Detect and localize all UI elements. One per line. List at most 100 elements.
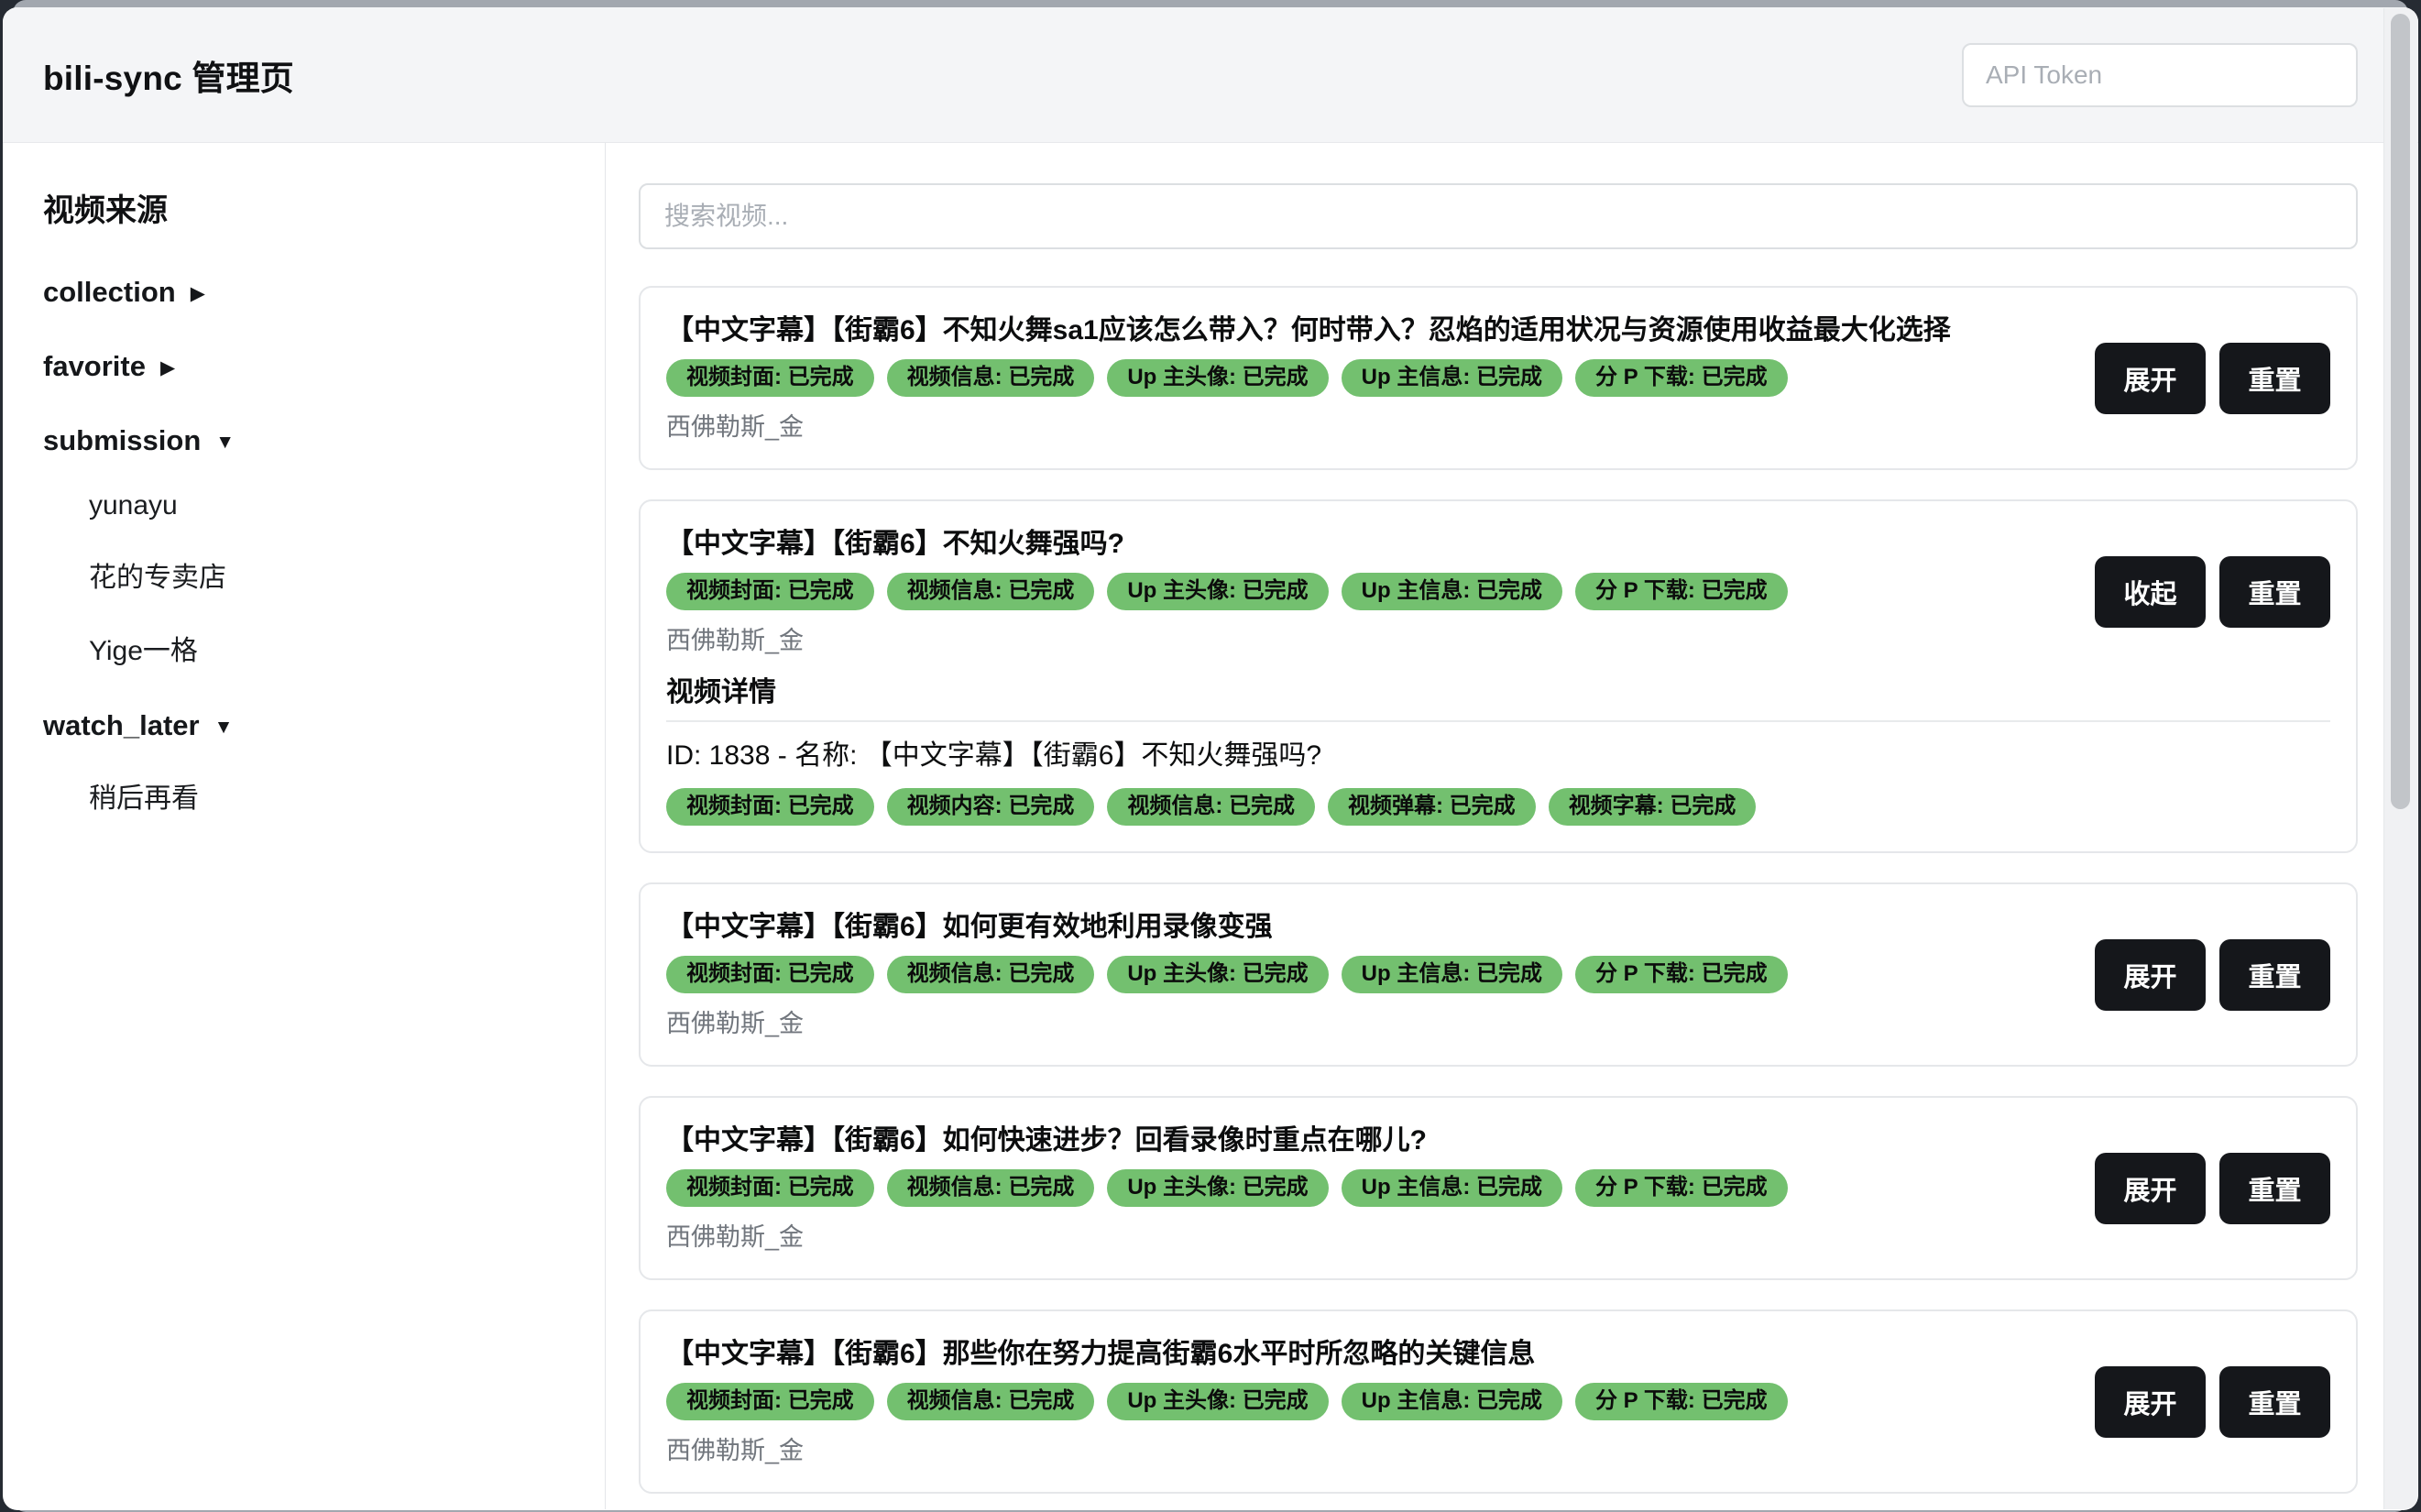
details-badges-row: 视频封面: 已完成 视频内容: 已完成 视频信息: 已完成 视频弹幕: 已完成 … xyxy=(666,788,2330,826)
video-author: 西佛勒斯_金 xyxy=(666,1430,1788,1466)
expand-button[interactable]: 展开 xyxy=(2095,939,2206,1011)
status-badge: 视频弹幕: 已完成 xyxy=(1328,788,1536,826)
expand-button[interactable]: 展开 xyxy=(2095,1153,2206,1224)
status-badge: 视频信息: 已完成 xyxy=(887,573,1095,610)
reset-button[interactable]: 重置 xyxy=(2219,1366,2330,1438)
video-title: 【中文字幕】【街霸6】不知火舞强吗? xyxy=(666,527,1788,562)
scrollbar-track xyxy=(2383,8,2417,1509)
video-title: 【中文字幕】【街霸6】如何快速进步？回看录像时重点在哪儿? xyxy=(666,1123,1788,1158)
sidebar-group-submission: submission ▼ yunayu 花的专卖店 Yige一格 xyxy=(43,424,577,668)
sidebar-item-shaohouzaikan[interactable]: 稍后再看 xyxy=(89,775,577,816)
sidebar-item-huadezhuanmaidian[interactable]: 花的专卖店 xyxy=(89,554,577,595)
reset-button[interactable]: 重置 xyxy=(2219,343,2330,414)
sidebar-group-favorite: favorite ▶ xyxy=(43,350,577,383)
video-title: 【中文字幕】【街霸6】不知火舞sa1应该怎么带入？何时带入？忍焰的适用状况与资源… xyxy=(666,313,1951,348)
status-badge: 分 P 下载: 已完成 xyxy=(1575,573,1788,610)
video-card: 【中文字幕】【街霸6】不知火舞sa1应该怎么带入？何时带入？忍焰的适用状况与资源… xyxy=(639,286,2358,470)
status-badge: 分 P 下载: 已完成 xyxy=(1575,1383,1788,1420)
expand-button[interactable]: 展开 xyxy=(2095,343,2206,414)
status-badge: 分 P 下载: 已完成 xyxy=(1575,359,1788,397)
video-details-section: 视频详情 ID: 1838 - 名称: 【中文字幕】【街霸6】不知火舞强吗? 视… xyxy=(666,669,2330,826)
main-content: 【中文字幕】【街霸6】不知火舞sa1应该怎么带入？何时带入？忍焰的适用状况与资源… xyxy=(606,143,2418,1509)
video-card-header: 【中文字幕】【街霸6】那些你在努力提高街霸6水平时所忽略的关键信息 视频封面: … xyxy=(666,1337,2330,1466)
collapse-button[interactable]: 收起 xyxy=(2095,556,2206,628)
sidebar-group-toggle-submission[interactable]: submission ▼ xyxy=(43,424,577,457)
video-card-info: 【中文字幕】【街霸6】不知火舞sa1应该怎么带入？何时带入？忍焰的适用状况与资源… xyxy=(666,313,1951,443)
sidebar-group-toggle-watch-later[interactable]: watch_later ▼ xyxy=(43,709,577,742)
status-badge: 视频信息: 已完成 xyxy=(887,956,1095,993)
sidebar-group-label: watch_later xyxy=(43,709,200,742)
status-badges-row: 视频封面: 已完成 视频信息: 已完成 Up 主头像: 已完成 Up 主信息: … xyxy=(666,359,1951,397)
video-card: 【中文字幕】【街霸6】如何更有效地利用录像变强 视频封面: 已完成 视频信息: … xyxy=(639,882,2358,1067)
video-card-actions: 展开 重置 xyxy=(2095,1366,2330,1438)
status-badges-row: 视频封面: 已完成 视频信息: 已完成 Up 主头像: 已完成 Up 主信息: … xyxy=(666,956,1788,993)
status-badge: Up 主信息: 已完成 xyxy=(1342,1383,1562,1420)
video-card-actions: 展开 重置 xyxy=(2095,1153,2330,1224)
video-card-actions: 展开 重置 xyxy=(2095,343,2330,414)
video-card-actions: 收起 重置 xyxy=(2095,556,2330,628)
sidebar-sublist-submission: yunayu 花的专卖店 Yige一格 xyxy=(43,490,577,668)
reset-button[interactable]: 重置 xyxy=(2219,556,2330,628)
video-id-line: ID: 1838 - 名称: 【中文字幕】【街霸6】不知火舞强吗? xyxy=(666,739,2330,773)
video-card-header: 【中文字幕】【街霸6】如何快速进步？回看录像时重点在哪儿? 视频封面: 已完成 … xyxy=(666,1123,2330,1253)
status-badge: Up 主信息: 已完成 xyxy=(1342,956,1562,993)
video-title: 【中文字幕】【街霸6】如何更有效地利用录像变强 xyxy=(666,910,1788,945)
status-badge: Up 主信息: 已完成 xyxy=(1342,1169,1562,1207)
sidebar-group-toggle-favorite[interactable]: favorite ▶ xyxy=(43,350,577,383)
status-badges-row: 视频封面: 已完成 视频信息: 已完成 Up 主头像: 已完成 Up 主信息: … xyxy=(666,1169,1788,1207)
api-token-input[interactable] xyxy=(1962,43,2358,107)
sidebar-heading: 视频来源 xyxy=(43,185,577,230)
status-badge: 视频信息: 已完成 xyxy=(887,359,1095,397)
status-badge: 视频封面: 已完成 xyxy=(666,1169,874,1207)
status-badges-row: 视频封面: 已完成 视频信息: 已完成 Up 主头像: 已完成 Up 主信息: … xyxy=(666,573,1788,610)
status-badge: 视频封面: 已完成 xyxy=(666,573,874,610)
status-badge: 视频封面: 已完成 xyxy=(666,956,874,993)
sidebar-item-yunayu[interactable]: yunayu xyxy=(89,490,577,521)
video-title: 【中文字幕】【街霸6】那些你在努力提高街霸6水平时所忽略的关键信息 xyxy=(666,1337,1788,1372)
status-badge: 视频封面: 已完成 xyxy=(666,359,874,397)
status-badge: 视频信息: 已完成 xyxy=(887,1383,1095,1420)
video-card-header: 【中文字幕】【街霸6】不知火舞sa1应该怎么带入？何时带入？忍焰的适用状况与资源… xyxy=(666,313,2330,443)
sidebar-group-toggle-collection[interactable]: collection ▶ xyxy=(43,276,577,309)
sidebar-group-collection: collection ▶ xyxy=(43,276,577,309)
triangle-down-icon: ▼ xyxy=(215,433,235,452)
details-divider xyxy=(666,720,2330,722)
app-header: bili-sync 管理页 xyxy=(3,7,2418,143)
video-author: 西佛勒斯_金 xyxy=(666,620,1788,656)
video-author: 西佛勒斯_金 xyxy=(666,1003,1788,1039)
video-card: 【中文字幕】【街霸6】如何快速进步？回看录像时重点在哪儿? 视频封面: 已完成 … xyxy=(639,1096,2358,1280)
app-body: 视频来源 collection ▶ favorite ▶ submission … xyxy=(3,143,2418,1509)
triangle-right-icon: ▶ xyxy=(160,358,175,378)
status-badge: 分 P 下载: 已完成 xyxy=(1575,956,1788,993)
status-badge: Up 主信息: 已完成 xyxy=(1342,573,1562,610)
sidebar-group-label: collection xyxy=(43,276,176,309)
status-badge: Up 主信息: 已完成 xyxy=(1342,359,1562,397)
video-card-header: 【中文字幕】【街霸6】如何更有效地利用录像变强 视频封面: 已完成 视频信息: … xyxy=(666,910,2330,1039)
status-badge: Up 主头像: 已完成 xyxy=(1107,1169,1328,1207)
scrollbar-thumb[interactable] xyxy=(2391,14,2410,809)
reset-button[interactable]: 重置 xyxy=(2219,939,2330,1011)
status-badge: Up 主头像: 已完成 xyxy=(1107,1383,1328,1420)
sidebar-group-label: favorite xyxy=(43,350,146,383)
video-card-info: 【中文字幕】【街霸6】那些你在努力提高街霸6水平时所忽略的关键信息 视频封面: … xyxy=(666,1337,1788,1466)
status-badge: 视频封面: 已完成 xyxy=(666,1383,874,1420)
search-input[interactable] xyxy=(639,183,2358,249)
status-badge: 视频封面: 已完成 xyxy=(666,788,874,826)
video-card: 【中文字幕】【街霸6】那些你在努力提高街霸6水平时所忽略的关键信息 视频封面: … xyxy=(639,1309,2358,1494)
status-badge: Up 主头像: 已完成 xyxy=(1107,956,1328,993)
reset-button[interactable]: 重置 xyxy=(2219,1153,2330,1224)
video-card-expanded: 【中文字幕】【街霸6】不知火舞强吗? 视频封面: 已完成 视频信息: 已完成 U… xyxy=(639,499,2358,853)
video-author: 西佛勒斯_金 xyxy=(666,1217,1788,1253)
sidebar-item-yigeyige[interactable]: Yige一格 xyxy=(89,628,577,668)
sidebar-group-label: submission xyxy=(43,424,201,457)
status-badge: 视频信息: 已完成 xyxy=(887,1169,1095,1207)
video-card-info: 【中文字幕】【街霸6】如何更有效地利用录像变强 视频封面: 已完成 视频信息: … xyxy=(666,910,1788,1039)
status-badge: Up 主头像: 已完成 xyxy=(1107,573,1328,610)
expand-button[interactable]: 展开 xyxy=(2095,1366,2206,1438)
status-badges-row: 视频封面: 已完成 视频信息: 已完成 Up 主头像: 已完成 Up 主信息: … xyxy=(666,1383,1788,1420)
status-badge: 视频信息: 已完成 xyxy=(1107,788,1315,826)
sidebar: 视频来源 collection ▶ favorite ▶ submission … xyxy=(3,143,606,1509)
status-badge: 视频字幕: 已完成 xyxy=(1549,788,1757,826)
video-details-heading: 视频详情 xyxy=(666,669,2330,709)
page-title: bili-sync 管理页 xyxy=(43,50,294,100)
